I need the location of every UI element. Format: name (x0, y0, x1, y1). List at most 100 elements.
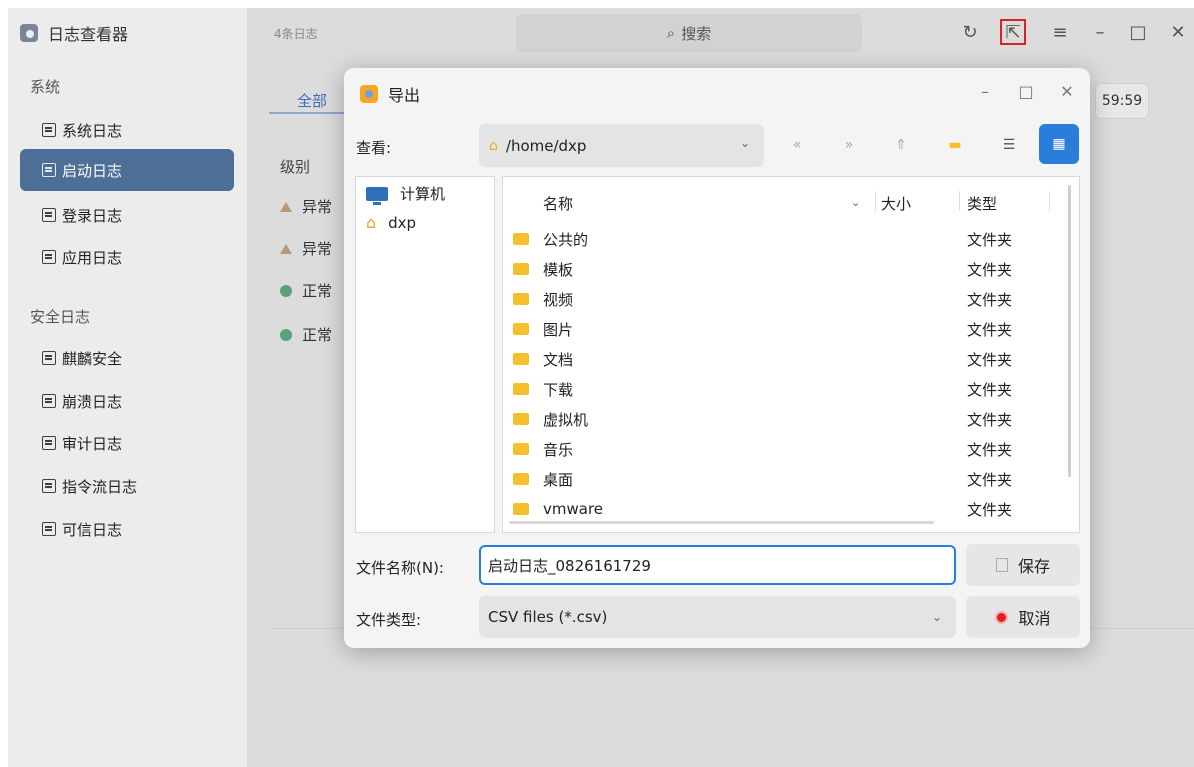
save-button[interactable]: 保存 (966, 544, 1080, 586)
places-pane: 计算机 ⌂ dxp (355, 176, 495, 533)
sidebar-item-label: 应用日志 (62, 248, 123, 267)
folder-icon (513, 353, 529, 365)
list-view-icon[interactable]: ☰ (996, 132, 1022, 158)
back-icon[interactable]: « (784, 132, 810, 158)
export-icon[interactable]: ⇱ (1000, 19, 1026, 45)
table-row[interactable]: 异常 (280, 196, 332, 217)
export-dialog: 导出 – □ ✕ 查看: ⌂ /home/dxp ⌄ « » ⇑ ▬ ☰ ▦ 计… (344, 68, 1090, 648)
save-icon (995, 558, 1008, 572)
file-name: 桌面 (543, 470, 574, 489)
tab-all[interactable]: 全部 (297, 90, 327, 111)
tab-underline (269, 112, 349, 114)
list-item[interactable]: 文档 文件夹 (513, 344, 1053, 374)
path-combobox[interactable]: ⌂ /home/dxp ⌄ (479, 124, 764, 167)
column-header-level: 级别 (280, 158, 311, 176)
time-filter[interactable]: 59:59 (1095, 83, 1149, 119)
app-logo-icon (20, 24, 38, 42)
up-directory-icon[interactable]: ⇑ (888, 132, 914, 158)
filetype-value: CSV files (*.csv) (488, 608, 608, 626)
cancel-label: 取消 (1018, 609, 1051, 628)
folder-icon (513, 413, 529, 425)
list-item[interactable]: 视频 文件夹 (513, 284, 1053, 314)
dialog-maximize-icon[interactable]: □ (1015, 80, 1037, 102)
log-file-icon (42, 351, 56, 365)
filetype-select[interactable]: CSV files (*.csv) ⌄ (479, 596, 956, 638)
grid-view-icon[interactable]: ▦ (1039, 124, 1079, 164)
app-title-bar: 日志查看器 (20, 21, 128, 45)
log-file-icon (42, 394, 56, 408)
list-item[interactable]: vmware 文件夹 (513, 494, 1053, 524)
table-row[interactable]: 异常 (280, 238, 332, 259)
column-header-name[interactable]: 名称 (543, 193, 573, 214)
table-row[interactable]: 正常 (280, 280, 332, 301)
sidebar-item-label: 指令流日志 (62, 477, 138, 496)
cancel-button[interactable]: 取消 (966, 596, 1080, 638)
menu-icon[interactable]: ≡ (1050, 22, 1070, 43)
refresh-icon[interactable]: ↻ (960, 22, 980, 43)
dialog-minimize-icon[interactable]: – (974, 80, 996, 102)
log-file-icon (42, 479, 56, 493)
folder-icon (513, 473, 529, 485)
horizontal-scrollbar[interactable] (509, 521, 934, 524)
file-list: 名称 ⌄ 大小 类型 公共的 文件夹 模板 文件夹 视频 文件夹 图片 文件夹 (502, 176, 1080, 533)
dialog-title: 导出 (388, 86, 421, 105)
check-icon (280, 284, 292, 297)
look-in-label: 查看: (356, 139, 392, 157)
list-item[interactable]: 音乐 文件夹 (513, 434, 1053, 464)
sidebar-item-kylin-security[interactable]: 麒麟安全 (20, 337, 234, 379)
search-icon: ⌕ (666, 24, 676, 42)
log-count: 4条日志 (274, 27, 318, 41)
sidebar: 日志查看器 系统 系统日志 启动日志 登录日志 应用日志 安全日志 麒麟安全 崩… (8, 8, 247, 767)
list-item[interactable]: 虚拟机 文件夹 (513, 404, 1053, 434)
place-item-home[interactable]: ⌂ dxp (366, 213, 416, 232)
folder-icon (513, 293, 529, 305)
folder-icon (513, 503, 529, 515)
sidebar-item-system-log[interactable]: 系统日志 (20, 109, 234, 151)
list-item[interactable]: 桌面 文件夹 (513, 464, 1053, 494)
sort-chevron-icon[interactable]: ⌄ (851, 196, 860, 209)
place-item-computer[interactable]: 计算机 (366, 183, 446, 205)
maximize-icon[interactable]: □ (1128, 22, 1148, 43)
list-item[interactable]: 下载 文件夹 (513, 374, 1053, 404)
column-divider (875, 191, 876, 211)
sidebar-item-crash-log[interactable]: 崩溃日志 (20, 380, 234, 422)
search-placeholder: 搜索 (681, 24, 712, 43)
time-text: 59:59 (1101, 93, 1143, 109)
list-item[interactable]: 图片 文件夹 (513, 314, 1053, 344)
column-divider (1049, 191, 1050, 211)
path-text: /home/dxp (505, 136, 587, 155)
file-name: 图片 (543, 320, 574, 339)
file-type: 文件夹 (967, 290, 1013, 309)
file-name: 模板 (543, 260, 574, 279)
sidebar-item-label: 审计日志 (62, 434, 123, 453)
minimize-icon[interactable]: – (1090, 22, 1110, 43)
column-header-size[interactable]: 大小 (881, 193, 911, 214)
dialog-close-icon[interactable]: ✕ (1056, 80, 1078, 102)
sidebar-item-command-log[interactable]: 指令流日志 (20, 465, 234, 507)
column-header-type[interactable]: 类型 (967, 193, 997, 214)
table-row[interactable]: 正常 (280, 324, 332, 345)
place-label: 计算机 (400, 185, 446, 203)
log-file-icon (42, 522, 56, 536)
search-box[interactable]: ⌕ 搜索 (516, 14, 862, 52)
sidebar-item-trusted-log[interactable]: 可信日志 (20, 508, 234, 550)
sidebar-item-label: 崩溃日志 (62, 392, 123, 411)
level-text: 异常 (302, 240, 333, 258)
home-icon: ⌂ (366, 213, 377, 232)
list-item[interactable]: 公共的 文件夹 (513, 224, 1053, 254)
forward-icon[interactable]: » (836, 132, 862, 158)
sidebar-item-login-log[interactable]: 登录日志 (20, 194, 234, 236)
vertical-scrollbar[interactable] (1068, 185, 1071, 477)
sidebar-item-boot-log[interactable]: 启动日志 (20, 149, 234, 191)
new-folder-icon[interactable]: ▬ (942, 132, 968, 158)
folder-icon (513, 443, 529, 455)
filename-input[interactable] (479, 545, 956, 585)
file-type: 文件夹 (967, 230, 1013, 249)
sidebar-item-app-log[interactable]: 应用日志 (20, 236, 234, 278)
file-name: 虚拟机 (543, 410, 589, 429)
list-item[interactable]: 模板 文件夹 (513, 254, 1053, 284)
file-type: 文件夹 (967, 380, 1013, 399)
file-name: 音乐 (543, 440, 574, 459)
sidebar-item-audit-log[interactable]: 审计日志 (20, 422, 234, 464)
close-icon[interactable]: ✕ (1168, 22, 1188, 43)
